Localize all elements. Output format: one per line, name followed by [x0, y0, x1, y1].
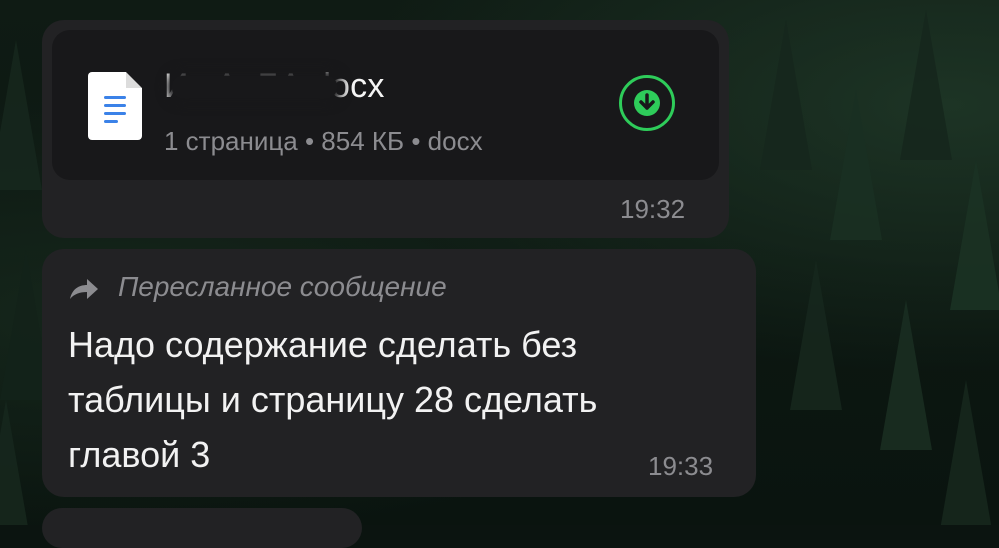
file-meta: 1 страница • 854 КБ • docx [164, 126, 483, 156]
document-icon [88, 72, 142, 140]
download-button[interactable] [619, 75, 675, 131]
file-attachment-card[interactable]: Ис А. БА.docx 1 страница • 854 КБ • docx [52, 30, 719, 180]
file-message-bubble[interactable]: Ис А. БА.docx 1 страница • 854 КБ • docx… [42, 20, 729, 238]
forwarded-message-bubble[interactable]: Пересланное сообщение Надо содержание сд… [42, 249, 756, 497]
message-text: Надо содержание сделать без таблицы и ст… [68, 317, 728, 482]
message-timestamp: 19:33 [648, 451, 714, 481]
message-timestamp: 19:32 [620, 194, 686, 224]
message-line: Надо содержание сделать без [68, 324, 578, 365]
download-arrow-icon [634, 90, 660, 116]
message-line: таблицы и страницу 28 сделать [68, 379, 598, 420]
forwarded-label: Пересланное сообщение [118, 271, 447, 302]
redaction-blur [172, 76, 337, 98]
message-line: главой 3 [68, 434, 211, 475]
next-message-bubble[interactable] [42, 508, 362, 548]
forward-arrow-icon [70, 279, 98, 299]
